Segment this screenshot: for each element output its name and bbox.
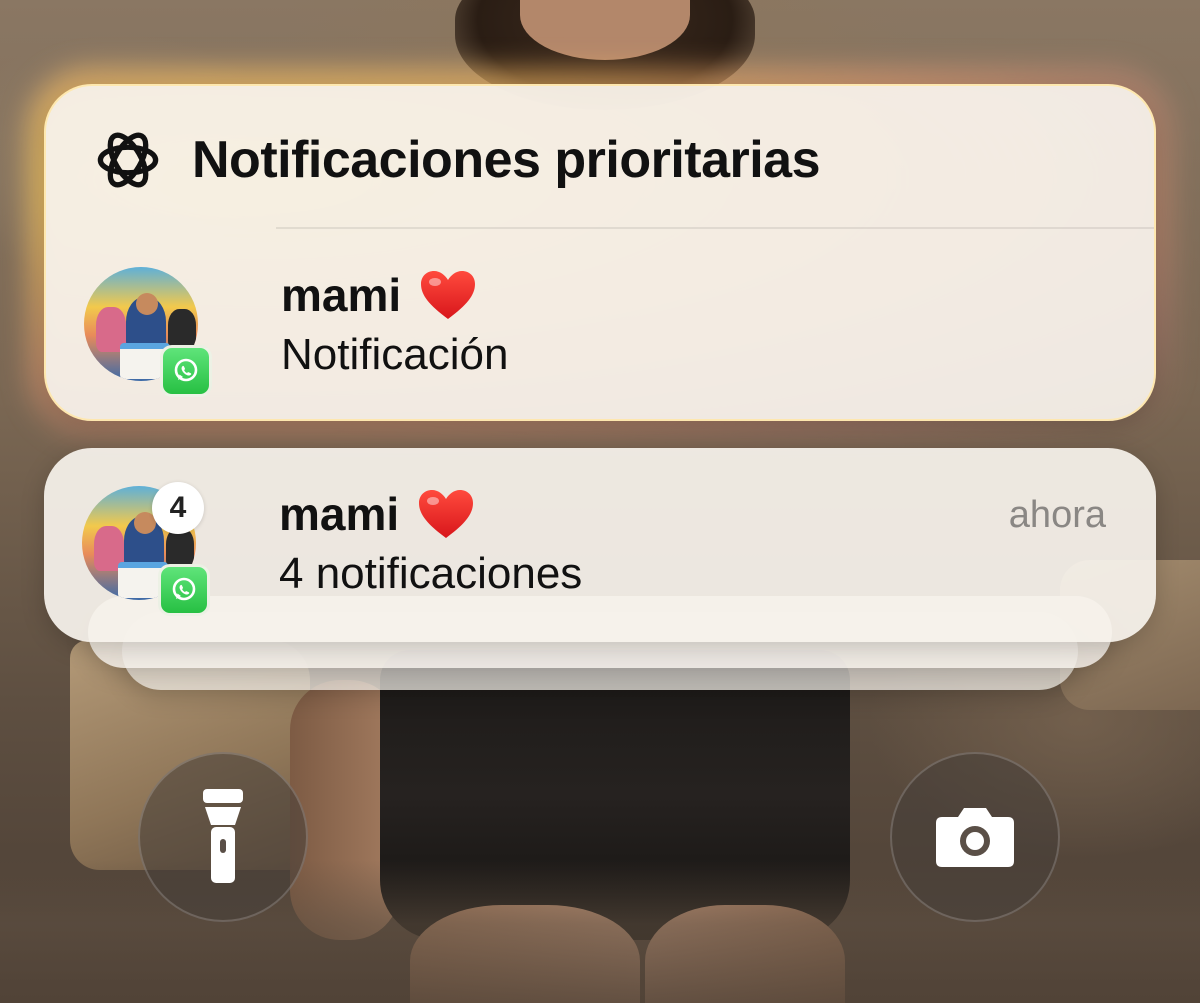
notification-body: Notificación bbox=[281, 330, 509, 379]
notification-text: mami Notificación bbox=[281, 267, 1104, 383]
notification-sender: mami bbox=[281, 267, 1104, 323]
contact-avatar bbox=[84, 267, 212, 397]
sender-name: mami bbox=[279, 488, 400, 540]
priority-header: Notificaciones prioritarias bbox=[94, 126, 821, 194]
heart-icon bbox=[421, 271, 476, 319]
notification-body: 4 notificaciones bbox=[279, 549, 583, 598]
notification-time: ahora bbox=[1008, 494, 1106, 536]
camera-button[interactable] bbox=[890, 752, 1060, 922]
notification-sender: mami bbox=[279, 486, 1106, 542]
grouped-notification[interactable]: 4 mami 4 notificaciones ahora bbox=[82, 482, 1106, 616]
apple-intelligence-icon bbox=[97, 132, 159, 188]
priority-title: Notificaciones prioritarias bbox=[192, 131, 821, 189]
flashlight-icon bbox=[203, 789, 243, 883]
priority-notifications-card[interactable]: Notificaciones prioritarias mami Notific… bbox=[44, 84, 1156, 421]
whatsapp-icon bbox=[160, 345, 212, 397]
camera-icon bbox=[936, 808, 1014, 867]
contact-avatar: 4 bbox=[82, 482, 210, 616]
whatsapp-icon bbox=[158, 564, 210, 616]
flashlight-button[interactable] bbox=[138, 752, 308, 922]
grouped-notification-card[interactable]: 4 mami 4 notificaciones ahora bbox=[44, 448, 1156, 642]
sender-name: mami bbox=[281, 269, 402, 321]
notification-count-badge: 4 bbox=[152, 482, 204, 534]
divider bbox=[276, 227, 1154, 229]
heart-icon bbox=[419, 490, 474, 538]
notification-text: mami 4 notificaciones ahora bbox=[279, 486, 1106, 602]
priority-notification[interactable]: mami Notificación bbox=[84, 267, 1104, 397]
